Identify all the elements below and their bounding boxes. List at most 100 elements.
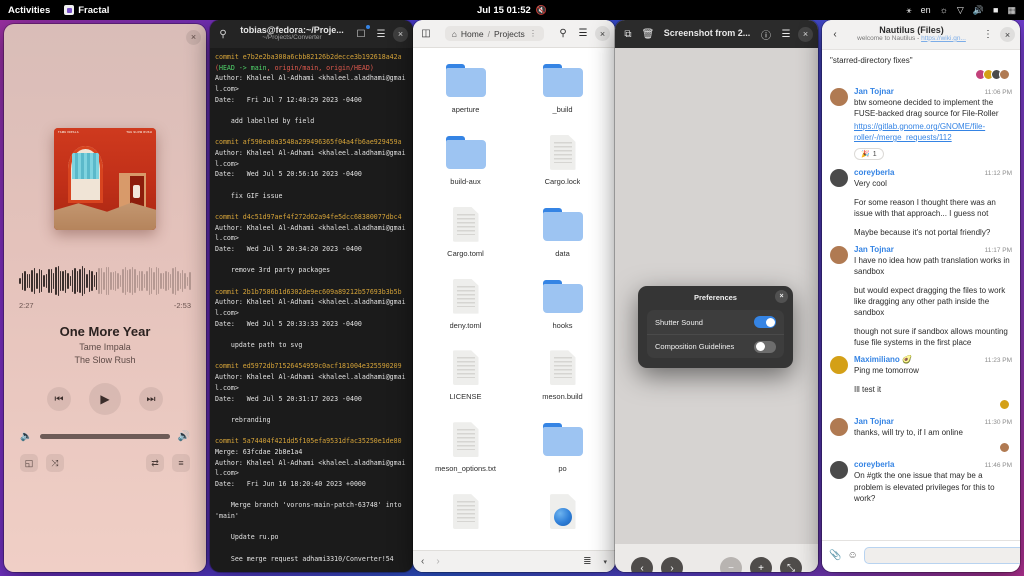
waveform-bar <box>146 270 148 292</box>
copy-icon[interactable]: ⧉ <box>620 26 636 42</box>
breadcrumb[interactable]: ⌂ Home / Projects ⋮ <box>444 26 545 41</box>
breadcrumb-current[interactable]: Projects <box>494 29 525 39</box>
track-artist: Tame Impala <box>79 342 131 352</box>
preference-row[interactable]: Composition Guidelines <box>647 334 784 358</box>
repeat-icon[interactable]: ⇄ <box>146 454 164 472</box>
system-menu-icon[interactable]: ▦ <box>1007 5 1016 15</box>
sidebar-toggle-icon[interactable]: ◫ <box>418 26 434 42</box>
vertical-dots-icon[interactable]: ⋮ <box>980 27 996 43</box>
back-button[interactable]: ‹ <box>421 556 424 567</box>
hamburger-menu-icon[interactable]: ☰ <box>373 26 389 42</box>
new-tab-icon[interactable]: ☐ <box>353 25 370 42</box>
volume-slider[interactable] <box>40 434 170 439</box>
volume-high-icon[interactable]: 🔊 <box>178 431 190 442</box>
sidebar-toggle-icon[interactable]: ◱ <box>20 454 38 472</box>
play-button[interactable]: ▶ <box>89 383 121 415</box>
next-button[interactable]: ⏭ <box>139 387 163 411</box>
message-text: On #gtk the one issue that may be a prob… <box>854 471 995 504</box>
message-header: Maximiliano 🥑 11:23 PM <box>854 355 1012 364</box>
close-icon[interactable]: × <box>798 26 813 42</box>
view-dropdown-icon[interactable]: ▾ <box>603 558 607 566</box>
close-icon[interactable]: × <box>1000 27 1015 42</box>
sender-name[interactable]: Jan Tojnar <box>854 245 981 254</box>
toggle-switch[interactable] <box>754 316 776 328</box>
file-item[interactable]: po <box>514 415 611 487</box>
file-item[interactable]: LICENSE <box>417 343 514 415</box>
back-button[interactable]: ‹ <box>827 27 843 43</box>
sender-name[interactable]: coreyberla <box>854 460 981 469</box>
hamburger-menu-icon[interactable]: ☰ <box>778 26 794 42</box>
previous-button[interactable]: ⏮ <box>47 387 71 411</box>
image-viewer-toolbar: ‹ › − + ⤡ <box>615 544 818 572</box>
file-item[interactable]: data <box>514 200 611 272</box>
sender-name[interactable]: Maximiliano 🥑 <box>854 355 981 364</box>
zoom-in-button[interactable]: + <box>750 557 772 572</box>
keyboard-layout-indicator[interactable]: en <box>921 5 931 15</box>
search-icon[interactable]: ⚲ <box>555 26 571 42</box>
file-item[interactable]: build-aux <box>417 128 514 200</box>
forward-button[interactable]: › <box>436 556 439 567</box>
message-list[interactable]: "starred-directory fixes" Jan Tojnar 11:06… <box>822 50 1020 540</box>
emoji-icon[interactable]: ☺ <box>847 550 857 561</box>
home-icon[interactable]: ⌂ <box>452 29 457 39</box>
message-time: 11:17 PM <box>984 246 1012 254</box>
zoom-out-button[interactable]: − <box>720 557 742 572</box>
search-icon[interactable]: ⚲ <box>215 26 231 42</box>
close-icon[interactable]: × <box>595 26 610 41</box>
close-icon[interactable]: × <box>393 26 408 42</box>
list-view-icon[interactable]: ≣ <box>583 556 591 567</box>
activities-button[interactable]: Activities <box>8 5 50 16</box>
room-subtitle-link[interactable]: https://wiki.gn... <box>921 35 966 42</box>
terminal-output[interactable]: commit e7b2e2ba308a6cbb82126b2decce3b192… <box>210 48 413 572</box>
trash-icon[interactable]: 🗑 <box>640 26 656 42</box>
waveform-bar <box>107 266 110 296</box>
file-item[interactable]: hooks <box>514 272 611 344</box>
terminal-header: ⚲ tobias@fedora:~/Proje... ~/Projects/Co… <box>210 20 413 48</box>
close-icon[interactable]: × <box>775 290 788 303</box>
toggle-switch[interactable] <box>754 340 776 353</box>
volume-low-icon[interactable]: 🔈 <box>20 431 32 442</box>
waveform-bar <box>93 274 95 288</box>
sender-name[interactable]: Jan Tojnar <box>854 87 981 96</box>
previous-image-button[interactable]: ‹ <box>631 557 653 572</box>
preference-row[interactable]: Shutter Sound <box>647 310 784 334</box>
file-item[interactable]: Cargo.toml <box>417 200 514 272</box>
message-link[interactable]: https://gitlab.gnome.org/GNOME/file-roll… <box>854 121 1012 144</box>
accessibility-icon[interactable]: ⚹ <box>906 5 911 15</box>
file-name: Cargo.lock <box>544 176 581 186</box>
info-icon[interactable]: ⓘ <box>758 26 774 42</box>
file-name: po <box>558 464 567 474</box>
message-time: 11:46 PM <box>984 462 1012 470</box>
sender-name[interactable]: Jan Tojnar <box>854 417 981 426</box>
waveform-bar <box>95 272 98 290</box>
file-item[interactable]: _build <box>514 56 611 128</box>
app-menu-fractal[interactable]: Fractal <box>64 5 109 16</box>
file-item[interactable]: aperture <box>417 56 514 128</box>
clock[interactable]: Jul 15 01:52 <box>477 5 531 16</box>
paperclip-icon[interactable]: 📎 <box>829 550 841 561</box>
breadcrumb-home[interactable]: Home <box>461 29 484 39</box>
waveform-bar <box>98 267 100 295</box>
queue-icon[interactable]: ≡ <box>172 454 190 472</box>
file-item[interactable]: Cargo.lock <box>514 128 611 200</box>
image-canvas[interactable]: Preferences × Shutter Sound Composition G… <box>615 48 818 544</box>
file-name: data <box>555 248 570 258</box>
sender-name[interactable]: coreyberla <box>854 168 981 177</box>
track-info: One More Year Tame Impala The Slow Rush <box>4 324 206 365</box>
waveform-seekbar[interactable] <box>18 264 192 298</box>
message-input[interactable] <box>863 547 1020 564</box>
file-item[interactable] <box>514 487 611 550</box>
hamburger-menu-icon[interactable]: ☰ <box>575 26 591 42</box>
file-item[interactable] <box>417 487 514 550</box>
avatar <box>999 69 1010 80</box>
file-item[interactable]: meson.build <box>514 343 611 415</box>
reaction-chip[interactable]: 🎉 1 <box>854 148 884 161</box>
fullscreen-button[interactable]: ⤡ <box>780 557 802 572</box>
file-item[interactable]: meson_options.txt <box>417 415 514 487</box>
folder-icon <box>541 62 585 100</box>
file-item[interactable]: deny.toml <box>417 272 514 344</box>
next-image-button[interactable]: › <box>661 557 683 572</box>
shuffle-icon[interactable]: ⤨ <box>46 454 64 472</box>
path-menu-icon[interactable]: ⋮ <box>529 28 538 39</box>
close-icon[interactable]: × <box>186 29 201 45</box>
